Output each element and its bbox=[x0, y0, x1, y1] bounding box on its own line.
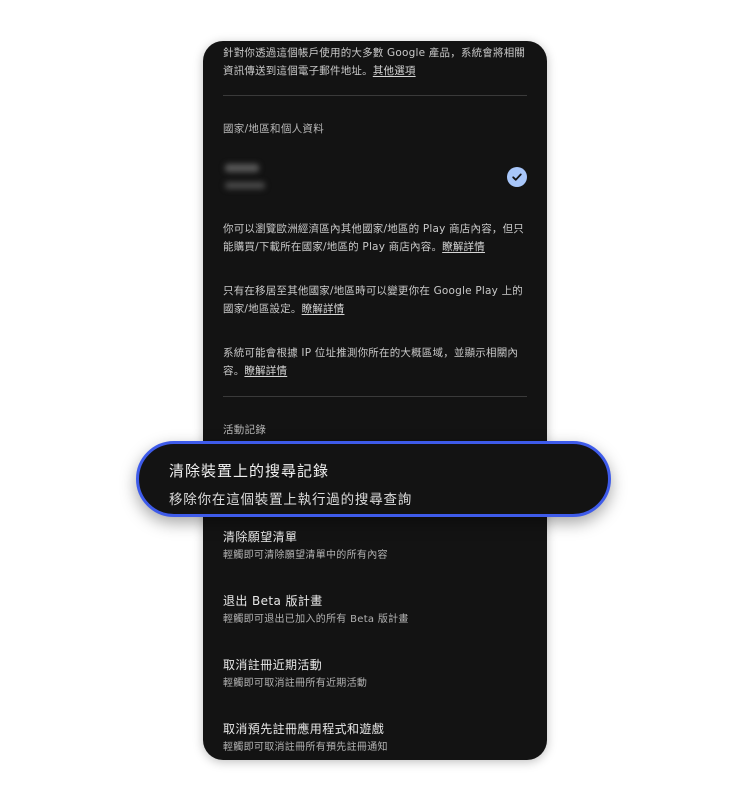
section-title-region: 國家/地區和個人資料 bbox=[223, 123, 325, 135]
divider bbox=[223, 95, 527, 96]
cancel-preregistration-item[interactable]: 取消預先註冊應用程式和遊戲 輕觸即可取消註冊所有預先註冊通知 bbox=[223, 721, 527, 755]
clear-search-history-item[interactable]: 清除裝置上的搜尋記錄 移除你在這個裝置上執行過的搜尋查詢 bbox=[136, 441, 611, 517]
leave-beta-item[interactable]: 退出 Beta 版計畫 輕觸即可退出已加入的所有 Beta 版計畫 bbox=[223, 593, 527, 627]
account-row[interactable] bbox=[223, 158, 527, 198]
item-subtitle: 輕觸即可清除願望清單中的所有內容 bbox=[223, 550, 388, 561]
other-options-link[interactable]: 其他選項 bbox=[373, 65, 416, 77]
highlight-title: 清除裝置上的搜尋記錄 bbox=[169, 462, 330, 480]
ip-text: 系統可能會根據 IP 位址推測你所在的大概區域，並顯示相關內容。瞭解詳情 bbox=[223, 344, 527, 380]
divider bbox=[223, 396, 527, 397]
item-title: 取消預先註冊應用程式和遊戲 bbox=[223, 722, 385, 736]
section-title-activity: 活動記錄 bbox=[223, 424, 267, 436]
move-body: 只有在移居至其他國家/地區時可以變更你在 Google Play 上的國家/地區… bbox=[223, 285, 523, 315]
item-title: 清除願望清單 bbox=[223, 530, 298, 544]
item-title: 退出 Beta 版計畫 bbox=[223, 594, 323, 608]
account-name-blurred bbox=[225, 164, 259, 172]
account-detail-blurred bbox=[225, 182, 265, 189]
eea-text: 你可以瀏覽歐洲經濟區內其他國家/地區的 Play 商店內容，但只能購買/下載所在… bbox=[223, 220, 527, 256]
phone-frame: 針對你透過這個帳戶使用的大多數 Google 產品，系統會將相關資訊傳送到這個電… bbox=[203, 41, 547, 760]
unregister-events-item[interactable]: 取消註冊近期活動 輕觸即可取消註冊所有近期活動 bbox=[223, 657, 527, 691]
item-subtitle: 輕觸即可退出已加入的所有 Beta 版計畫 bbox=[223, 614, 409, 625]
learn-more-link[interactable]: 瞭解詳情 bbox=[302, 303, 345, 315]
item-subtitle: 輕觸即可取消註冊所有近期活動 bbox=[223, 678, 368, 689]
check-mark-icon bbox=[512, 173, 522, 181]
learn-more-link[interactable]: 瞭解詳情 bbox=[442, 241, 485, 253]
item-subtitle: 輕觸即可取消註冊所有預先註冊通知 bbox=[223, 742, 388, 753]
screen: 針對你透過這個帳戶使用的大多數 Google 產品，系統會將相關資訊傳送到這個電… bbox=[0, 0, 750, 801]
intro-text: 針對你透過這個帳戶使用的大多數 Google 產品，系統會將相關資訊傳送到這個電… bbox=[223, 44, 527, 80]
move-text: 只有在移居至其他國家/地區時可以變更你在 Google Play 上的國家/地區… bbox=[223, 282, 527, 318]
check-circle-icon[interactable] bbox=[507, 167, 527, 187]
item-title: 取消註冊近期活動 bbox=[223, 658, 323, 672]
clear-wishlist-item[interactable]: 清除願望清單 輕觸即可清除願望清單中的所有內容 bbox=[223, 529, 527, 563]
learn-more-link[interactable]: 瞭解詳情 bbox=[244, 365, 287, 377]
highlight-subtitle: 移除你在這個裝置上執行過的搜尋查詢 bbox=[169, 492, 413, 508]
